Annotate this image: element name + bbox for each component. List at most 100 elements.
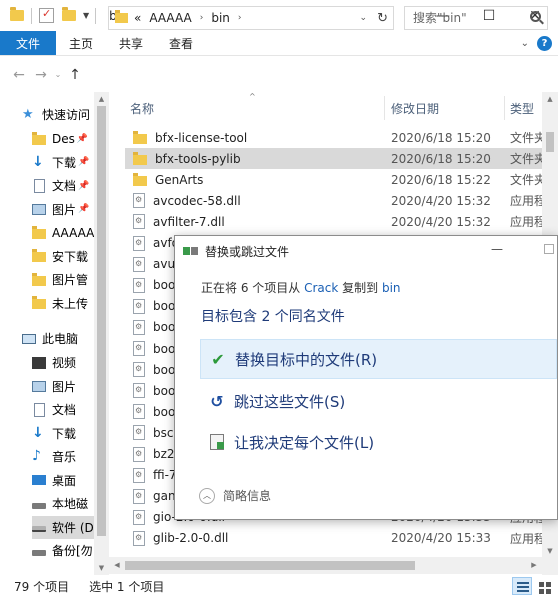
new-folder-icon[interactable] [62,7,76,21]
dll-file-icon [133,467,145,483]
decide-each-file-option[interactable]: 让我决定每个文件(L) [200,422,557,462]
tab-home[interactable]: 主页 [56,31,106,55]
details-view-icon[interactable] [512,577,532,595]
pin-icon: 📌 [78,157,90,167]
nav-item-label: 视频 [52,356,77,370]
recent-locations-chevron-icon[interactable]: ⌄ [52,70,64,79]
nav-item-label: 图片管 [52,273,89,287]
scroll-right-arrow-icon[interactable]: ▶ [526,557,542,574]
quick-access-toolbar: ▼ [0,0,99,31]
nav-item-label: 本地磁 [52,497,89,511]
file-list-horizontal-scrollbar[interactable]: ◀ ▶ [109,557,542,574]
search-input[interactable] [413,11,523,25]
scrollbar-thumb[interactable] [97,106,106,536]
ribbon-tabs: 文件 主页 共享 查看 ⌄ ? [0,31,558,56]
picture-icon [32,380,46,392]
dll-file-icon [133,446,145,462]
dll-file-icon [133,488,145,504]
help-icon[interactable]: ? [537,35,552,51]
dll-file-icon [133,341,145,356]
column-name[interactable]: 名称 [130,100,154,117]
dll-file-icon [133,256,145,272]
file-type: 应用程 [510,531,547,546]
column-type[interactable]: 类型 [510,100,534,117]
dll-file-icon [133,193,145,209]
search-icon[interactable] [530,11,541,22]
properties-icon[interactable] [39,7,54,23]
file-row[interactable]: GenArts 2020/6/18 15:22 文件夹 [125,169,546,190]
file-type: 文件夹 [510,131,547,145]
breadcrumb-separator-icon[interactable]: › [238,13,242,23]
nav-item-label: 备份[勿 [52,544,93,558]
folder-icon [32,225,46,239]
column-date[interactable]: 修改日期 [391,100,439,117]
address-history-chevron-icon[interactable]: ⌄ [359,13,367,23]
dll-file-icon [133,319,145,335]
folder-icon [32,296,46,309]
up-arrow-icon[interactable]: ↑ [64,67,86,83]
scroll-up-arrow-icon[interactable]: ▲ [542,92,558,106]
scroll-up-arrow-icon[interactable]: ▲ [94,92,109,106]
refresh-icon[interactable]: ↻ [377,11,388,26]
dialog-minimize-button[interactable]: — [491,242,503,256]
breadcrumb-aaaaa[interactable]: AAAAA [149,11,191,25]
breadcrumb-separator-icon[interactable]: › [200,13,204,23]
large-icons-view-icon[interactable] [534,577,554,595]
customize-toolbar-chevron-icon[interactable]: ▼ [83,11,89,20]
file-row[interactable]: bfx-tools-pylib 2020/6/18 15:20 文件夹 [125,148,547,170]
folder-icon [32,272,46,286]
scroll-down-arrow-icon[interactable]: ▼ [94,561,109,575]
dialog-maximize-button[interactable] [544,244,554,254]
skip-files-option[interactable]: ↺ 跳过这些文件(S) [200,381,557,421]
file-row[interactable]: avcodec-58.dll 2020/4/20 15:32 应用程 [125,190,546,211]
file-row[interactable]: glib-2.0-0.dll 2020/4/20 15:33 应用程 [125,528,547,549]
nav-item-label: 图片 [52,202,77,217]
dll-file-icon [133,298,145,314]
file-row[interactable]: bfx-license-tool 2020/6/18 15:20 文件夹 [125,127,547,148]
dll-file-icon [133,235,145,251]
dll-file-icon [133,362,145,378]
breadcrumb-bin[interactable]: bin [211,11,230,25]
file-row[interactable]: avfilter-7.dll 2020/4/20 15:32 应用程 [125,211,546,232]
scroll-left-arrow-icon[interactable]: ◀ [109,557,125,574]
back-arrow-icon[interactable]: ← [8,67,30,83]
nav-item-label: 下载 [52,155,77,170]
file-date: 2020/6/18 15:20 [391,151,491,166]
tab-view[interactable]: 查看 [156,31,206,55]
scroll-down-arrow-icon[interactable]: ▼ [542,544,558,558]
replace-files-option[interactable]: ✔ 替换目标中的文件(R) [200,339,557,379]
nav-item-label: 软件 (D [52,520,94,535]
nav-pane-scrollbar[interactable]: ▲ ▼ [94,92,109,575]
chevron-up-icon: ︿ [199,487,215,504]
tab-file[interactable]: 文件 [0,31,57,55]
breadcrumb-overflow[interactable]: « [134,11,141,25]
nav-item-label: 未上传 [52,296,89,311]
file-type: 文件夹 [510,152,547,167]
search-box[interactable] [404,6,548,30]
file-date: 2020/6/18 15:20 [391,130,491,145]
forward-arrow-icon[interactable]: → [30,67,52,83]
destination-folder-link[interactable]: bin [382,281,401,295]
file-name: avcodec-58.dll [153,193,241,208]
download-icon: ↓ [32,424,44,441]
scrollbar-thumb[interactable] [546,132,554,152]
sort-indicator-icon: ^ [249,92,256,101]
tab-share[interactable]: 共享 [106,31,156,55]
expand-ribbon-chevron-icon[interactable]: ⌄ [521,38,529,49]
navigation-row: ← → ⌄ ↑ [0,57,558,92]
dialog-title: 替换或跳过文件 [205,244,290,259]
computer-icon [22,333,36,344]
dll-file-icon [133,214,145,230]
nav-item-label: 文档 [52,179,77,193]
fewer-details-toggle[interactable]: ︿ 简略信息 [199,487,271,504]
pin-icon: 📌 [78,204,90,214]
scrollbar-thumb[interactable] [125,561,415,570]
copy-progress-info: 正在将 6 个项目从 Crack 复制到 bin [201,281,401,295]
file-name: bfx-license-tool [155,130,248,145]
dll-file-icon [133,404,145,420]
source-folder-link[interactable]: Crack [304,281,338,295]
file-name: avfilter-7.dll [153,214,225,229]
selected-count: 选中 1 个项目 [89,580,165,594]
address-bar[interactable]: « AAAAA › bin › ⌄ ↻ [108,6,394,30]
star-icon: ★ [22,107,34,122]
